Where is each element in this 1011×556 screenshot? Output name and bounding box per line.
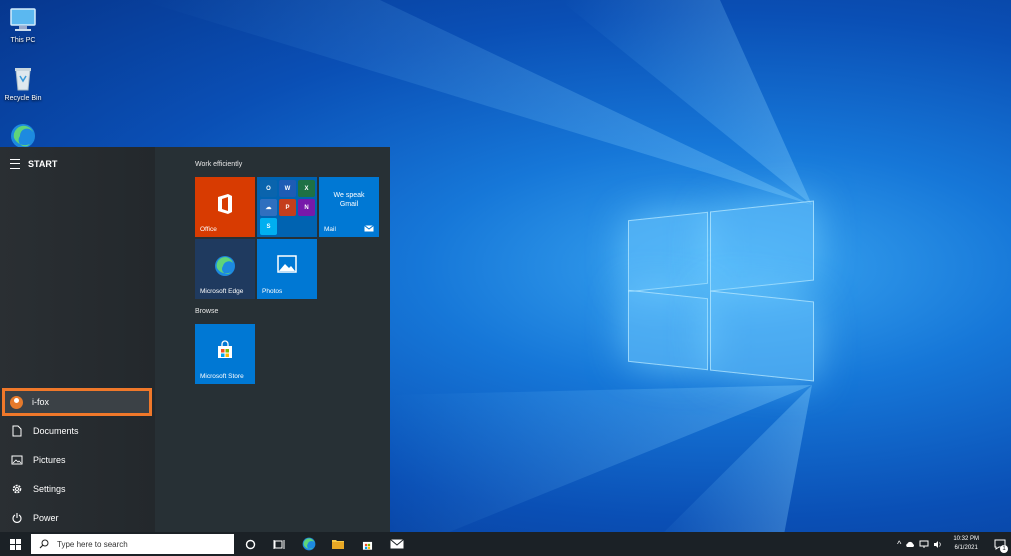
start-item-label: Documents: [33, 426, 79, 436]
start-header[interactable]: START: [10, 159, 57, 169]
desktop-icon-recycle-bin[interactable]: Recycle Bin: [0, 64, 49, 102]
desktop-icon-this-pc[interactable]: This PC: [0, 6, 49, 44]
powerpoint-icon: P: [279, 199, 296, 216]
tile-microsoft-edge[interactable]: Microsoft Edge: [195, 239, 255, 299]
power-icon: [10, 511, 24, 525]
search-input[interactable]: [55, 538, 219, 550]
document-icon: [10, 424, 24, 438]
start-item-power[interactable]: Power: [6, 506, 148, 530]
volume-icon[interactable]: [933, 540, 943, 549]
avatar-icon: [9, 395, 23, 409]
store-icon: [195, 340, 255, 360]
user-name: i-fox: [32, 397, 50, 407]
mail-icon: [390, 539, 404, 549]
tile-label: Microsoft Edge: [200, 288, 244, 295]
skype-icon: S: [260, 218, 277, 235]
clock[interactable]: 10:32 PM 6/1/2021: [953, 535, 979, 553]
taskbar-search-box[interactable]: [31, 534, 234, 554]
pictures-icon: [10, 453, 24, 467]
network-icon[interactable]: [919, 540, 929, 549]
start-item-label: Settings: [33, 484, 66, 494]
outlook-icon: O: [260, 180, 277, 197]
tile-label: Photos: [262, 288, 283, 295]
edge-icon: [8, 122, 38, 150]
desktop-icon-label: This PC: [10, 37, 36, 44]
recycle-bin-icon: [8, 64, 38, 92]
hamburger-icon: [10, 159, 20, 169]
mail-tile-text: We speak Gmail: [333, 192, 365, 208]
tile-label: Microsoft Store: [200, 373, 244, 380]
start-button[interactable]: [2, 532, 28, 556]
tile-mail[interactable]: We speak Gmail Mail: [319, 177, 379, 237]
taskbar-mail[interactable]: [384, 532, 410, 556]
photos-icon: [257, 255, 317, 273]
clock-time: 10:32 PM: [953, 536, 979, 542]
task-view-icon: [273, 539, 285, 549]
windows-icon: [9, 538, 21, 550]
search-icon: [39, 539, 49, 549]
tile-office-apps[interactable]: O W X ☁ P N S: [257, 177, 317, 237]
start-item-settings[interactable]: Settings: [6, 477, 148, 501]
gear-icon: [10, 482, 24, 496]
cortana-icon: [245, 539, 255, 549]
windows-logo-wallpaper: [628, 198, 814, 384]
tile-label: Office: [200, 226, 217, 233]
office-icon: [195, 193, 255, 215]
start-tiles-pane: Work efficiently Office O W X ☁ P N S We…: [155, 147, 390, 532]
notification-badge: 1: [1000, 545, 1008, 553]
cortana-button[interactable]: [237, 532, 263, 556]
start-title: START: [28, 159, 58, 169]
start-item-pictures[interactable]: Pictures: [6, 448, 148, 472]
start-left-pane: START i-fox Documents Pictures Settings: [0, 147, 155, 532]
tile-photos[interactable]: Photos: [257, 239, 317, 299]
start-item-label: Pictures: [33, 455, 66, 465]
taskbar: ^ 10:32 PM 6/1/2021 1: [0, 532, 1011, 556]
tile-label: Mail: [324, 226, 336, 233]
start-item-label: Power: [33, 513, 59, 523]
onedrive-icon: ☁: [260, 199, 277, 216]
edge-icon: [302, 537, 316, 551]
taskbar-store[interactable]: [354, 532, 380, 556]
task-view-button[interactable]: [266, 532, 292, 556]
chevron-up-icon[interactable]: ^: [897, 539, 901, 549]
word-icon: W: [279, 180, 296, 197]
taskbar-edge[interactable]: [296, 532, 322, 556]
section-title-work: Work efficiently: [195, 161, 243, 168]
section-title-browse: Browse: [195, 308, 219, 315]
onenote-icon: N: [298, 199, 315, 216]
tile-microsoft-store[interactable]: Microsoft Store: [195, 324, 255, 384]
computer-icon: [8, 6, 38, 34]
tile-office[interactable]: Office: [195, 177, 255, 237]
user-account-item[interactable]: i-fox: [2, 388, 152, 416]
folder-icon: [332, 540, 344, 549]
start-menu: START i-fox Documents Pictures Settings: [0, 147, 390, 532]
excel-icon: X: [298, 180, 315, 197]
action-center-button[interactable]: 1: [989, 532, 1011, 556]
clock-date: 6/1/2021: [954, 545, 978, 551]
edge-icon: [195, 255, 255, 277]
mail-icon: [364, 225, 374, 232]
desktop-icon-label: Recycle Bin: [4, 95, 42, 102]
store-icon: [362, 541, 372, 550]
cloud-icon[interactable]: [905, 541, 915, 548]
system-tray: ^ 10:32 PM 6/1/2021 1: [897, 532, 1011, 556]
taskbar-file-explorer[interactable]: [325, 532, 351, 556]
start-item-documents[interactable]: Documents: [6, 419, 148, 443]
